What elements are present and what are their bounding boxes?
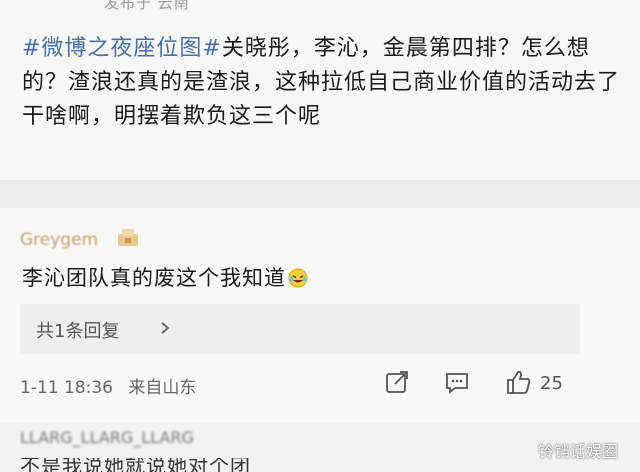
comment-source: 来自山东: [128, 378, 197, 398]
like-count: 25: [540, 373, 563, 394]
next-comment-text-content: 不是我说她就说她对个团: [20, 458, 251, 472]
hashtag-link[interactable]: #微博之夜座位图#: [22, 36, 222, 61]
user-badge-icon: [118, 229, 138, 246]
next-comment-username[interactable]: LLARG_LLARG_LLARG: [20, 428, 194, 447]
comment-timestamp: 1-11 18:36: [20, 378, 113, 398]
watermark: 铃铛话娱圈: [538, 442, 619, 461]
comment-body: 李沁团队真的废这个我知道: [22, 262, 308, 292]
post-body: #微博之夜座位图#关晓彤，李沁，金晨第四排？怎么想的？渣浪还真的是渣浪，这种拉低…: [22, 32, 622, 134]
comment-meta: 1-11 18:36 来自山东: [20, 373, 196, 398]
replies-label: 共1条回复: [36, 321, 120, 342]
comment-text: 李沁团队真的废这个我知道: [22, 266, 286, 290]
section-divider: [0, 180, 640, 208]
comment-card: Greygem 李沁团队真的废这个我知道 共1条回复 1-11 18:36 来自…: [0, 208, 640, 423]
share-icon[interactable]: [384, 368, 410, 396]
replies-button[interactable]: 共1条回复: [20, 304, 580, 354]
like-icon[interactable]: [505, 368, 533, 396]
next-comment-text: 不是我说她就说她对个团: [20, 458, 320, 472]
comment-username[interactable]: Greygem: [20, 230, 98, 250]
comment-icon[interactable]: [444, 368, 470, 396]
chevron-right-icon: [161, 322, 170, 334]
post-location-meta: 发布于 云南: [104, 0, 190, 12]
post-card: 发布于 云南 #微博之夜座位图#关晓彤，李沁，金晨第四排？怎么想的？渣浪还真的是…: [0, 0, 640, 180]
laughing-tears-icon: [288, 268, 308, 288]
